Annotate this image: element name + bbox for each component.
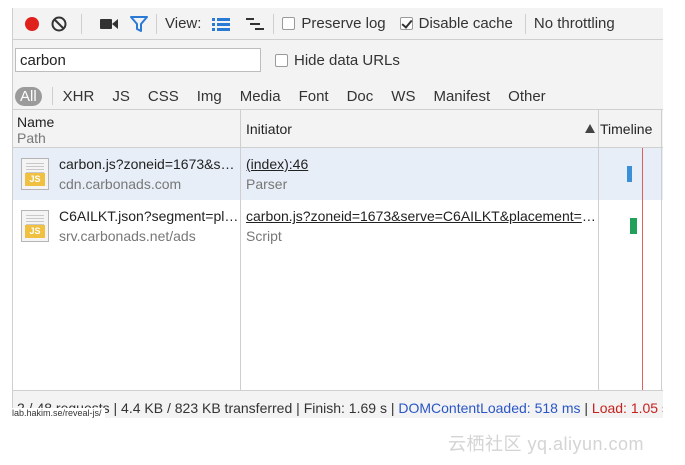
status-bar: 2 / 48 requests | 4.4 KB / 823 KB transf…	[13, 390, 663, 418]
initiator-type: Script	[246, 228, 282, 244]
hide-data-urls-label: Hide data URLs	[294, 52, 400, 69]
script-file-icon: JS	[21, 158, 49, 190]
initiator-link[interactable]: (index):46	[246, 156, 596, 172]
preserve-log-checkbox[interactable]: Preserve log	[282, 15, 386, 32]
finish-time: Finish: 1.69 s	[303, 400, 387, 416]
column-divider[interactable]	[598, 110, 599, 390]
overview-icon[interactable]	[245, 16, 265, 32]
load-event-line	[642, 148, 643, 390]
sort-ascending-icon	[585, 124, 595, 133]
disable-cache-checkbox[interactable]: Disable cache	[399, 15, 513, 32]
status-separator: |	[584, 400, 592, 416]
name-header-label: Name	[17, 114, 55, 130]
preserve-log-label: Preserve log	[301, 15, 386, 32]
timeline-bar	[627, 166, 632, 182]
type-filter-font[interactable]: Font	[299, 88, 329, 105]
type-filter-all[interactable]: All	[15, 86, 42, 106]
column-header-initiator[interactable]: Initiator	[246, 121, 292, 137]
type-filter-css[interactable]: CSS	[148, 88, 179, 105]
disable-cache-label: Disable cache	[418, 15, 513, 32]
table-row[interactable]: JS C6AILKT.json?segment=placement:labhak…	[13, 200, 663, 252]
request-name: C6AILKT.json?segment=placement:labhakims…	[59, 208, 239, 224]
large-rows-icon[interactable]	[211, 16, 231, 32]
devtools-network-panel: View: Preserve log Disable cache No thro…	[12, 8, 663, 418]
filter-input[interactable]	[15, 48, 261, 72]
toolbar-divider	[524, 13, 526, 34]
status-separator: |	[296, 400, 304, 416]
type-filter-divider	[51, 87, 53, 105]
file-badge: JS	[25, 225, 45, 238]
clear-icon[interactable]	[51, 16, 67, 32]
request-host: srv.carbonads.net/ads	[59, 228, 196, 244]
filter-bar: Hide data URLs All XHR JS CSS Img Media …	[13, 40, 663, 110]
column-divider	[661, 110, 662, 390]
type-filter-xhr[interactable]: XHR	[63, 88, 95, 105]
script-file-icon: JS	[21, 210, 49, 242]
network-toolbar: View: Preserve log Disable cache No thro…	[13, 8, 663, 40]
view-label: View:	[165, 15, 202, 32]
hide-data-urls-box[interactable]	[275, 54, 288, 67]
transferred-size: 4.4 KB / 823 KB transferred	[121, 400, 293, 416]
request-host: cdn.carbonads.com	[59, 176, 182, 192]
initiator-type: Parser	[246, 176, 288, 192]
throttling-select[interactable]: No throttling	[534, 15, 615, 32]
record-button[interactable]	[25, 16, 39, 31]
timeline-bar	[630, 218, 637, 234]
status-separator: |	[113, 400, 122, 416]
column-header-name[interactable]: Name Path	[17, 114, 54, 146]
table-header: Name Path Initiator Timeline	[13, 110, 663, 148]
disable-cache-box[interactable]	[399, 17, 413, 30]
type-filter-img[interactable]: Img	[197, 88, 222, 105]
resource-type-filters: All XHR JS CSS Img Media Font Doc WS Man…	[15, 84, 564, 108]
column-divider[interactable]	[240, 110, 241, 390]
toolbar-divider	[81, 13, 82, 34]
url-tooltip: lab.hakim.se/reveal-js/	[12, 408, 105, 419]
dom-content-loaded-time: DOMContentLoaded: 518 ms	[398, 400, 581, 416]
camera-icon[interactable]	[100, 17, 118, 31]
hide-data-urls-checkbox[interactable]: Hide data URLs	[275, 52, 400, 69]
watermark: 云栖社区 yq.aliyun.com	[448, 434, 645, 454]
toolbar-divider	[273, 13, 275, 34]
load-time: Load: 1.05 s	[591, 400, 663, 416]
column-header-timeline[interactable]: Timeline	[600, 121, 652, 137]
type-filter-ws[interactable]: WS	[391, 88, 415, 105]
preserve-log-box[interactable]	[282, 17, 296, 30]
type-filter-other[interactable]: Other	[508, 88, 546, 105]
table-row[interactable]: JS carbon.js?zoneid=1673&serve=C6AILKT&p…	[13, 148, 663, 200]
type-filter-doc[interactable]: Doc	[347, 88, 374, 105]
type-filter-media[interactable]: Media	[240, 88, 281, 105]
request-name: carbon.js?zoneid=1673&serve=C6AILKT&plac…	[59, 156, 239, 172]
filter-icon[interactable]	[130, 15, 148, 32]
path-header-label: Path	[17, 130, 46, 146]
toolbar-divider	[156, 13, 157, 34]
type-filter-js[interactable]: JS	[112, 88, 130, 105]
type-filter-manifest[interactable]: Manifest	[433, 88, 490, 105]
file-badge: JS	[25, 173, 45, 186]
initiator-link[interactable]: carbon.js?zoneid=1673&serve=C6AILKT&plac…	[246, 208, 596, 224]
